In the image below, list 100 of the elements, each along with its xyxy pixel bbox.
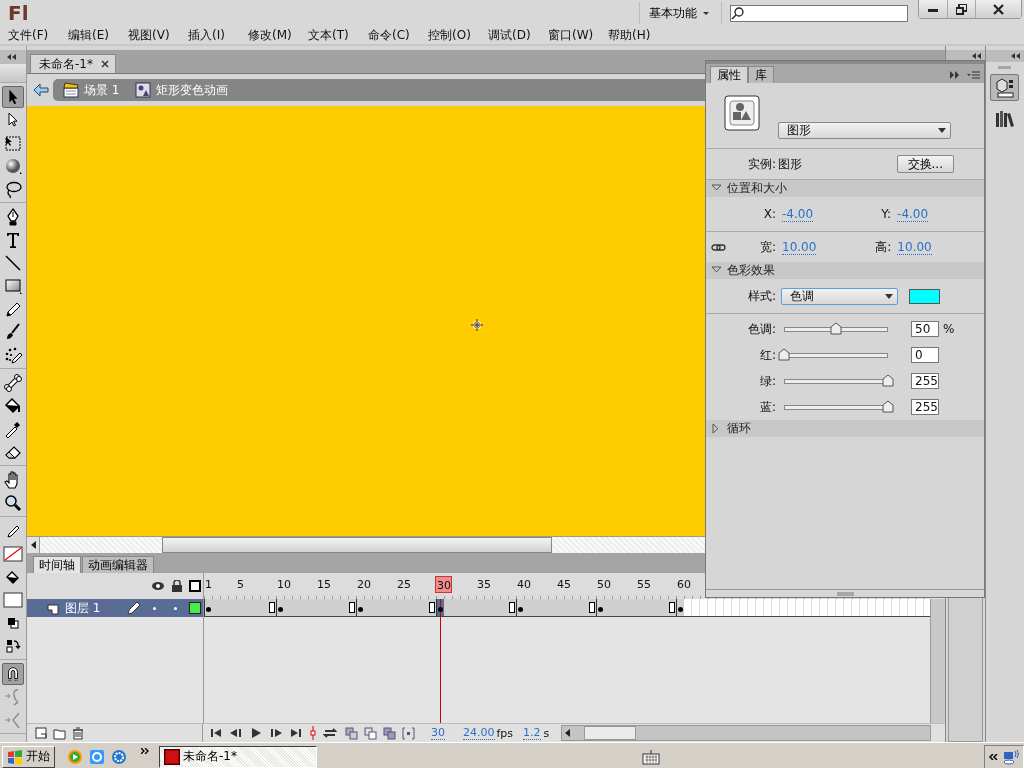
chevron-icon[interactable] (989, 753, 998, 760)
gear-icon[interactable] (111, 748, 127, 765)
restore-button[interactable] (947, 0, 975, 18)
symbol-type-dropdown[interactable]: 图形 (778, 122, 951, 139)
folder-icon[interactable] (53, 726, 66, 740)
minimize-button[interactable] (919, 0, 947, 18)
network-icon[interactable] (1002, 748, 1019, 765)
vertical-scrollbar[interactable] (930, 599, 945, 723)
step-forward-icon[interactable] (269, 728, 283, 738)
bone-icon[interactable] (2, 371, 24, 394)
visibility-dot[interactable] (153, 606, 156, 610)
menu-item[interactable]: 窗口(W) (540, 26, 600, 44)
menu-item[interactable]: 文件(F) (0, 26, 60, 44)
frame-cell[interactable] (500, 599, 508, 616)
section-header[interactable]: 循环 (706, 420, 984, 437)
frame-rate-value[interactable]: 24.00 (463, 726, 495, 740)
collapse-icon[interactable] (950, 70, 959, 79)
back-arrow-icon[interactable] (33, 83, 49, 97)
style-dropdown[interactable]: 色调 (781, 287, 898, 305)
menu-item[interactable]: 命令(C) (360, 26, 420, 44)
slider-thumb[interactable] (830, 322, 842, 335)
magnet-icon[interactable] (2, 662, 24, 685)
left-arrow-icon[interactable] (565, 729, 571, 737)
properties-panel-icon[interactable] (994, 77, 1015, 98)
height-value[interactable]: 10.00 (897, 239, 932, 255)
library-books-icon[interactable] (994, 109, 1015, 128)
scrollbar-thumb[interactable] (584, 726, 637, 740)
onion-outline-icon[interactable] (364, 726, 377, 740)
frame-cell[interactable] (444, 599, 452, 616)
workspace-dropdown[interactable]: 基本功能 (639, 2, 722, 24)
slider-value-field[interactable]: 50 (911, 321, 939, 337)
close-icon[interactable] (100, 60, 109, 68)
close-button[interactable] (975, 0, 1021, 18)
lock-icon[interactable] (171, 580, 183, 592)
menu-item[interactable]: 帮助(H) (600, 26, 660, 44)
elapsed-time-value[interactable]: 1.2 (523, 726, 541, 740)
section-header[interactable]: 色彩效果 (706, 262, 984, 279)
play-icon[interactable] (249, 728, 263, 738)
last-frame-icon[interactable] (289, 728, 303, 738)
loop-arrow-icon[interactable] (323, 728, 339, 738)
swap-button[interactable]: 交换... (896, 155, 954, 173)
frame-cell[interactable] (340, 599, 348, 616)
slider-value-field[interactable]: 255 (911, 399, 939, 415)
frame-cell[interactable] (508, 599, 516, 616)
slider-thumb[interactable] (778, 348, 790, 361)
menu-item[interactable]: 修改(M) (240, 26, 300, 44)
left-arrow-icon[interactable] (30, 541, 36, 549)
frame-cell[interactable] (260, 599, 268, 616)
menu-item[interactable]: 控制(O) (420, 26, 480, 44)
panel-tab[interactable]: 动画编辑器 (82, 556, 154, 573)
keyframe-cell[interactable] (676, 599, 684, 616)
slider-thumb[interactable] (882, 374, 894, 387)
chevron-icon[interactable] (141, 748, 149, 754)
slider-value-field[interactable]: 255 (911, 373, 939, 389)
layer-row[interactable]: 图层 1 (27, 599, 203, 617)
scrollbar-thumb[interactable] (162, 537, 552, 553)
trash-icon[interactable] (72, 726, 84, 740)
frame-cell[interactable] (660, 599, 668, 616)
slider-thumb[interactable] (882, 400, 894, 413)
y-value[interactable]: -4.00 (897, 206, 929, 222)
menu-item[interactable]: 视图(V) (120, 26, 180, 44)
search-field[interactable] (730, 4, 908, 22)
frame-cell[interactable] (588, 599, 596, 616)
media-player-icon[interactable] (67, 748, 83, 765)
section-header[interactable]: 位置和大小 (706, 180, 984, 197)
scene-link[interactable]: 场景 1 (59, 81, 124, 99)
symbol-link[interactable]: 矩形变色动画 (131, 81, 233, 99)
menu-item[interactable]: 插入(I) (180, 26, 240, 44)
new-layer-icon[interactable] (35, 727, 47, 739)
menu-item[interactable]: 编辑(E) (60, 26, 120, 44)
onion-markers-icon[interactable] (402, 726, 415, 740)
keyboard-icon[interactable] (641, 748, 660, 765)
link-chain-icon[interactable] (711, 242, 726, 252)
slider-value-field[interactable]: 0 (911, 347, 939, 363)
lock-dot[interactable] (174, 606, 177, 610)
frame-cell[interactable] (580, 599, 588, 616)
tint-color-swatch[interactable] (909, 288, 940, 304)
panel-tab[interactable]: 时间轴 (33, 556, 81, 573)
frame-cell[interactable] (428, 599, 436, 616)
center-frame-icon[interactable] (309, 726, 317, 740)
frame-cell[interactable] (268, 599, 276, 616)
layer-color-square[interactable] (189, 602, 201, 614)
outline-square-icon[interactable] (189, 580, 201, 592)
frame-cell[interactable] (348, 599, 356, 616)
frame-cell[interactable] (420, 599, 428, 616)
edit-multiple-frames-icon[interactable] (383, 726, 396, 740)
browser-icon[interactable] (89, 748, 105, 765)
eye-icon[interactable] (151, 581, 165, 591)
collapse-icon[interactable] (1010, 52, 1021, 60)
frame-cell[interactable] (668, 599, 676, 616)
width-value[interactable]: 10.00 (782, 239, 817, 255)
x-value[interactable]: -4.00 (782, 206, 814, 222)
start-button[interactable]: 开始 (2, 745, 55, 768)
onion-skin-icon[interactable] (345, 726, 358, 740)
toolbar-grip[interactable] (0, 64, 26, 83)
first-frame-icon[interactable] (209, 728, 223, 738)
menu-item[interactable]: 文本(T) (300, 26, 360, 44)
playhead[interactable]: 30 (435, 576, 452, 593)
taskbar-window-button[interactable]: 未命名-1* (159, 745, 317, 768)
panel-tab[interactable]: 库 (748, 66, 774, 83)
